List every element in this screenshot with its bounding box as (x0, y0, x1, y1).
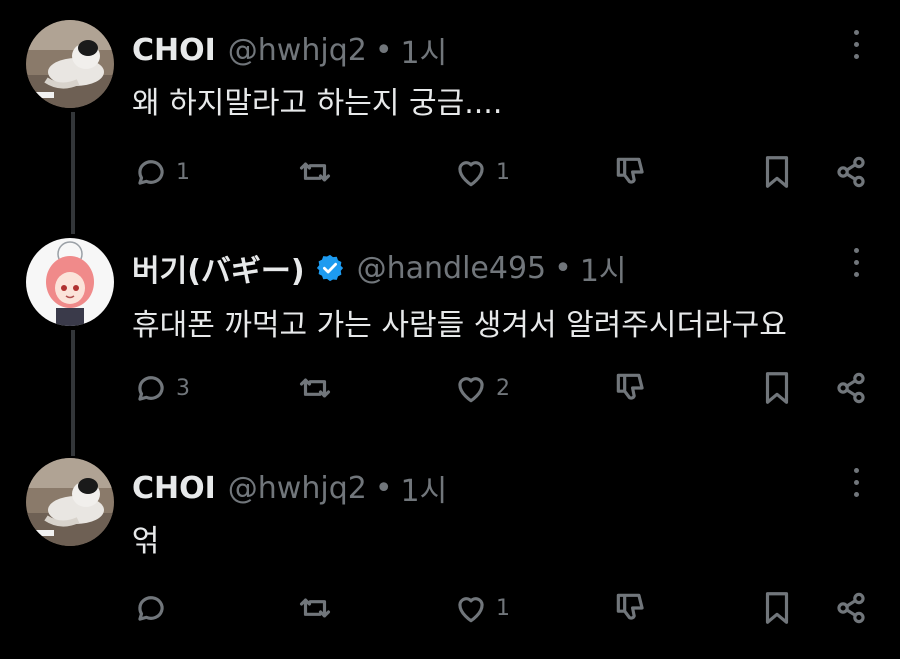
post-text: 얶 (132, 524, 160, 559)
share-icon (837, 592, 865, 624)
more-icon[interactable] (846, 26, 866, 62)
share-button[interactable] (832, 588, 870, 628)
like-icon (458, 597, 484, 623)
like-icon (458, 377, 484, 403)
author-handle[interactable]: @handle495 (357, 251, 547, 286)
like-count: 2 (496, 375, 510, 401)
bookmark-button[interactable] (758, 368, 796, 408)
reply-button[interactable] (132, 588, 176, 628)
dislike-button[interactable] (612, 368, 650, 408)
separator-dot: • (374, 470, 393, 506)
post-text: 휴대폰 까먹고 가는 사람들 생겨서 알려주시더라구요 (132, 308, 787, 343)
like-count: 1 (496, 159, 510, 185)
reply-button[interactable]: 3 (132, 368, 190, 408)
reply-icon (138, 160, 164, 185)
action-bar: 1 (0, 588, 900, 628)
anime-character-avatar (26, 238, 114, 326)
post[interactable]: 버기(バギー) @handle495 • 1시 휴대폰 까먹고 가는 사람들 생… (0, 238, 900, 418)
share-icon (837, 156, 865, 188)
avatar[interactable] (26, 238, 114, 326)
separator-dot: • (374, 32, 393, 68)
dislike-icon (616, 373, 644, 400)
dislike-button[interactable] (612, 152, 650, 192)
dislike-icon (616, 593, 644, 620)
dog-photo-avatar (26, 20, 114, 108)
post-text: 왜 하지말라고 하는지 궁금.... (132, 86, 503, 121)
like-icon (458, 161, 484, 187)
repost-icon (299, 598, 331, 618)
like-count: 1 (496, 595, 510, 621)
separator-dot: • (554, 250, 572, 286)
post-time[interactable]: 1시 (580, 246, 627, 290)
more-icon[interactable] (846, 464, 866, 500)
verified-badge-icon (316, 254, 343, 282)
post-time[interactable]: 1시 (401, 28, 448, 72)
share-button[interactable] (832, 152, 870, 192)
post-header: CHOI @hwhjq2 • 1시 (132, 28, 447, 72)
reply-button[interactable]: 1 (132, 152, 190, 192)
avatar[interactable] (26, 458, 114, 546)
reply-icon (138, 376, 164, 401)
repost-button[interactable] (296, 152, 340, 192)
like-button[interactable]: 1 (452, 588, 510, 628)
share-button[interactable] (832, 368, 870, 408)
reply-count: 3 (176, 375, 190, 401)
author-name[interactable]: 버기(バギー) (132, 246, 305, 290)
action-bar: 1 1 (0, 152, 900, 192)
reply-count: 1 (176, 159, 190, 185)
dog-photo-avatar (26, 458, 114, 546)
more-icon[interactable] (846, 244, 866, 280)
action-bar: 3 2 (0, 368, 900, 408)
share-icon (837, 372, 865, 404)
post-header: 버기(バギー) @handle495 • 1시 (132, 246, 627, 290)
repost-icon (299, 378, 331, 398)
dislike-button[interactable] (612, 588, 650, 628)
post[interactable]: CHOI @hwhjq2 • 1시 왜 하지말라고 하는지 궁금.... 1 1 (0, 20, 900, 200)
avatar[interactable] (26, 20, 114, 108)
repost-button[interactable] (296, 368, 340, 408)
like-button[interactable]: 1 (452, 152, 510, 192)
reply-icon (138, 596, 164, 621)
author-name[interactable]: CHOI (132, 33, 216, 68)
repost-button[interactable] (296, 588, 340, 628)
author-name[interactable]: CHOI (132, 471, 216, 506)
repost-icon (299, 162, 331, 182)
bookmark-button[interactable] (758, 152, 796, 192)
bookmark-button[interactable] (758, 588, 796, 628)
post-time[interactable]: 1시 (401, 466, 448, 510)
bookmark-icon (765, 372, 789, 404)
author-handle[interactable]: @hwhjq2 (228, 33, 367, 68)
bookmark-icon (765, 156, 789, 188)
author-handle[interactable]: @hwhjq2 (228, 471, 367, 506)
like-button[interactable]: 2 (452, 368, 510, 408)
bookmark-icon (765, 592, 789, 624)
dislike-icon (616, 157, 644, 184)
post[interactable]: CHOI @hwhjq2 • 1시 얶 1 (0, 458, 900, 648)
post-header: CHOI @hwhjq2 • 1시 (132, 466, 447, 510)
